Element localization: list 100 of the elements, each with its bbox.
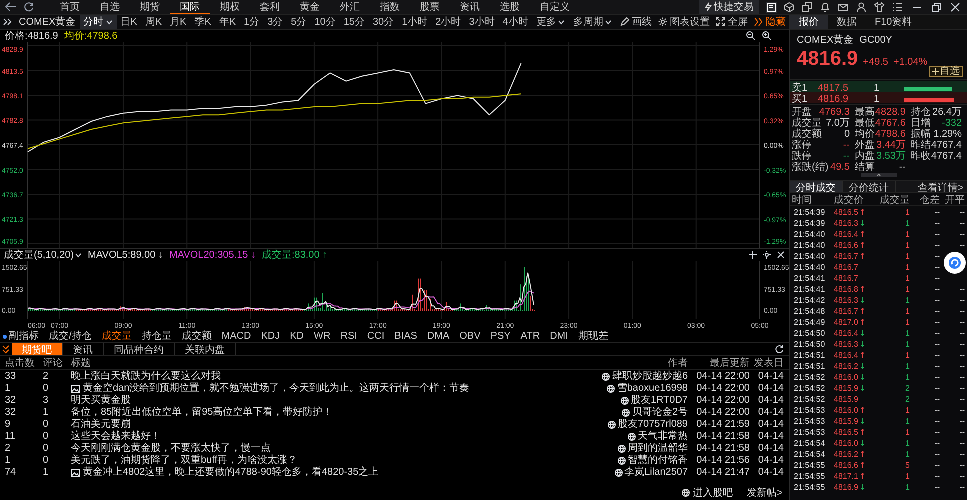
post-author[interactable]: 李岚Lilan2507 [624, 467, 688, 479]
indicator-tab[interactable]: KDJ [256, 329, 286, 344]
chat-bubble-button[interactable] [944, 252, 966, 274]
post-title[interactable]: 石油美元要崩 [71, 419, 131, 431]
post-author[interactable]: 肆职炒股越炒越6 [612, 371, 688, 383]
restore-icon[interactable] [931, 2, 942, 12]
mail-icon[interactable] [838, 2, 849, 12]
period-tab[interactable]: 周K [141, 15, 166, 29]
nav-tab[interactable]: 资讯 [450, 0, 490, 14]
post-title[interactable]: 黄金冲上4802这里，晚上还要做的4788-90轻仓多，看4820-35之上 [83, 467, 379, 479]
windows-icon[interactable] [802, 2, 813, 12]
indicator-tab[interactable]: 成交额 [176, 329, 217, 344]
nav-tab[interactable]: 国际 [170, 0, 210, 14]
nav-tab[interactable]: 自选 [90, 0, 130, 14]
indicator-selector[interactable]: 成交量(5,10,20) [4, 248, 82, 262]
indicator-tab[interactable]: 期现差 [573, 329, 614, 344]
zoom-out-icon[interactable] [746, 31, 756, 41]
nav-tab[interactable]: 期权 [210, 0, 250, 14]
list-icon[interactable] [892, 2, 903, 12]
nav-tab[interactable]: 套利 [250, 0, 290, 14]
post-title[interactable]: 这些天会越来越好！ [71, 431, 161, 443]
indicator-tab[interactable]: 成交/持仓 [44, 329, 97, 344]
period-tab[interactable]: 日K [116, 15, 142, 29]
close-icon[interactable] [950, 2, 961, 12]
post-author[interactable]: 周到的温韶华 [628, 443, 688, 455]
post-title[interactable]: 备位，85附近出低位空单，留95高位空单下看，带好防护！ [71, 407, 334, 419]
nav-tab[interactable]: 黄金 [290, 0, 330, 14]
shirt-icon[interactable] [874, 2, 885, 12]
indicator-tab[interactable]: WR [309, 329, 336, 344]
period-tab[interactable]: 分时 [80, 15, 117, 29]
trade-tab[interactable]: 分时成交 [790, 181, 843, 192]
panel-tab[interactable]: F10资料 [866, 15, 922, 29]
nav-tab[interactable]: 选股 [490, 0, 530, 14]
cube-icon[interactable] [784, 2, 795, 12]
indicator-tab[interactable]: 成交量 [96, 329, 137, 344]
period-tab[interactable]: 季K [190, 15, 216, 29]
post-title[interactable]: 晚上涨白天就跌为什么要这么对我 [71, 371, 221, 383]
news-tab[interactable]: 同品种合约 [104, 343, 175, 355]
indicator-tab[interactable]: RSI [336, 329, 362, 344]
enter-forum-link[interactable]: 进入股吧 [682, 486, 734, 500]
double-chevron-icon[interactable] [3, 18, 12, 26]
details-link[interactable]: 查看详情> [918, 181, 967, 192]
bell-icon[interactable] [820, 2, 831, 12]
indicator-tab[interactable]: BIAS [390, 329, 422, 344]
hide-button[interactable]: 隐藏 [751, 15, 789, 29]
post-author[interactable]: 雪baoxue16998 [617, 383, 688, 395]
back-icon[interactable] [5, 2, 17, 12]
news-tab[interactable]: 资讯 [63, 343, 104, 355]
nav-tab[interactable]: 首页 [50, 0, 90, 14]
indicator-tab[interactable]: PSY [486, 329, 516, 344]
layout-icon[interactable] [766, 2, 777, 12]
nav-tab[interactable]: 股票 [410, 0, 450, 14]
post-author[interactable]: 贝哥论金2号 [632, 407, 688, 419]
post-author[interactable]: 股友1RT0D7 [630, 395, 688, 407]
fullscreen-button[interactable]: 全屏 [713, 15, 751, 29]
trade-tab[interactable]: 分价统计 [843, 181, 896, 192]
indicator-tab[interactable]: CCI [362, 329, 390, 344]
period-tab[interactable]: 30分 [368, 15, 398, 29]
period-tab[interactable]: 3小时 [465, 15, 499, 29]
post-title[interactable]: 明天买黄金股 [71, 395, 131, 407]
indicator-tab[interactable]: KD [285, 329, 310, 344]
period-tab[interactable]: 更多 [532, 15, 570, 29]
nav-tab[interactable]: 期货 [130, 0, 170, 14]
gear-icon[interactable] [763, 251, 771, 259]
indicator-tab[interactable]: DMI [545, 329, 574, 344]
collapse-handle-icon[interactable] [860, 173, 896, 177]
period-tab[interactable]: 3分 [264, 15, 288, 29]
indicator-tab[interactable]: MACD [216, 329, 256, 344]
post-title[interactable]: 美元跌了，油期货降了，双重buff再，为啥没太涨？ [71, 455, 298, 467]
period-tab[interactable]: 多周期 [569, 15, 616, 29]
panel-tab[interactable]: 数据 [828, 15, 866, 29]
indicator-tab[interactable]: ATR [516, 329, 546, 344]
period-tab[interactable]: 15分 [340, 15, 369, 29]
zoom-in-icon[interactable] [762, 31, 772, 41]
post-author[interactable]: 股友70757rl089 [618, 419, 688, 431]
post-author[interactable]: 智慧的付铭香 [628, 455, 688, 467]
post-author[interactable]: 天气非常热 [638, 431, 688, 443]
indicator-tab[interactable]: 持仓量 [136, 329, 177, 344]
add-watchlist-button[interactable]: 自选 [929, 66, 963, 77]
nav-tab[interactable]: 自定义 [530, 0, 580, 14]
nav-tab[interactable]: 指数 [370, 0, 410, 14]
close-icon[interactable] [777, 251, 785, 259]
news-tab[interactable]: 关联内盘 [175, 343, 236, 355]
period-tab[interactable]: 年K [215, 15, 240, 29]
new-post-link[interactable]: 发新帖> [747, 486, 783, 500]
post-title[interactable]: 黄金空dan没给到预期位置，就不勉强进场了，今天到此为止。这两天行情一个样：节奏 [83, 383, 470, 395]
double-chevron-down-icon[interactable] [2, 344, 10, 354]
period-tab[interactable]: 月K [166, 15, 191, 29]
post-title[interactable]: 今天刚刚满仓黄金股，不要涨太快了，慢一点 [71, 443, 271, 455]
nav-tab[interactable]: 外汇 [330, 0, 370, 14]
period-tab[interactable]: 1分 [240, 15, 264, 29]
refresh-icon[interactable] [775, 344, 784, 354]
quick-trade-button[interactable]: 快捷交易 [699, 0, 759, 14]
settings-button[interactable]: 图表设置 [655, 15, 713, 29]
period-tab[interactable]: 4小时 [498, 15, 532, 29]
indicator-tab[interactable]: DMA [422, 329, 455, 344]
plus-icon[interactable] [749, 251, 757, 259]
user-icon[interactable] [856, 2, 867, 12]
draw-button[interactable]: 画线 [617, 15, 655, 29]
refresh-icon[interactable] [24, 2, 34, 12]
